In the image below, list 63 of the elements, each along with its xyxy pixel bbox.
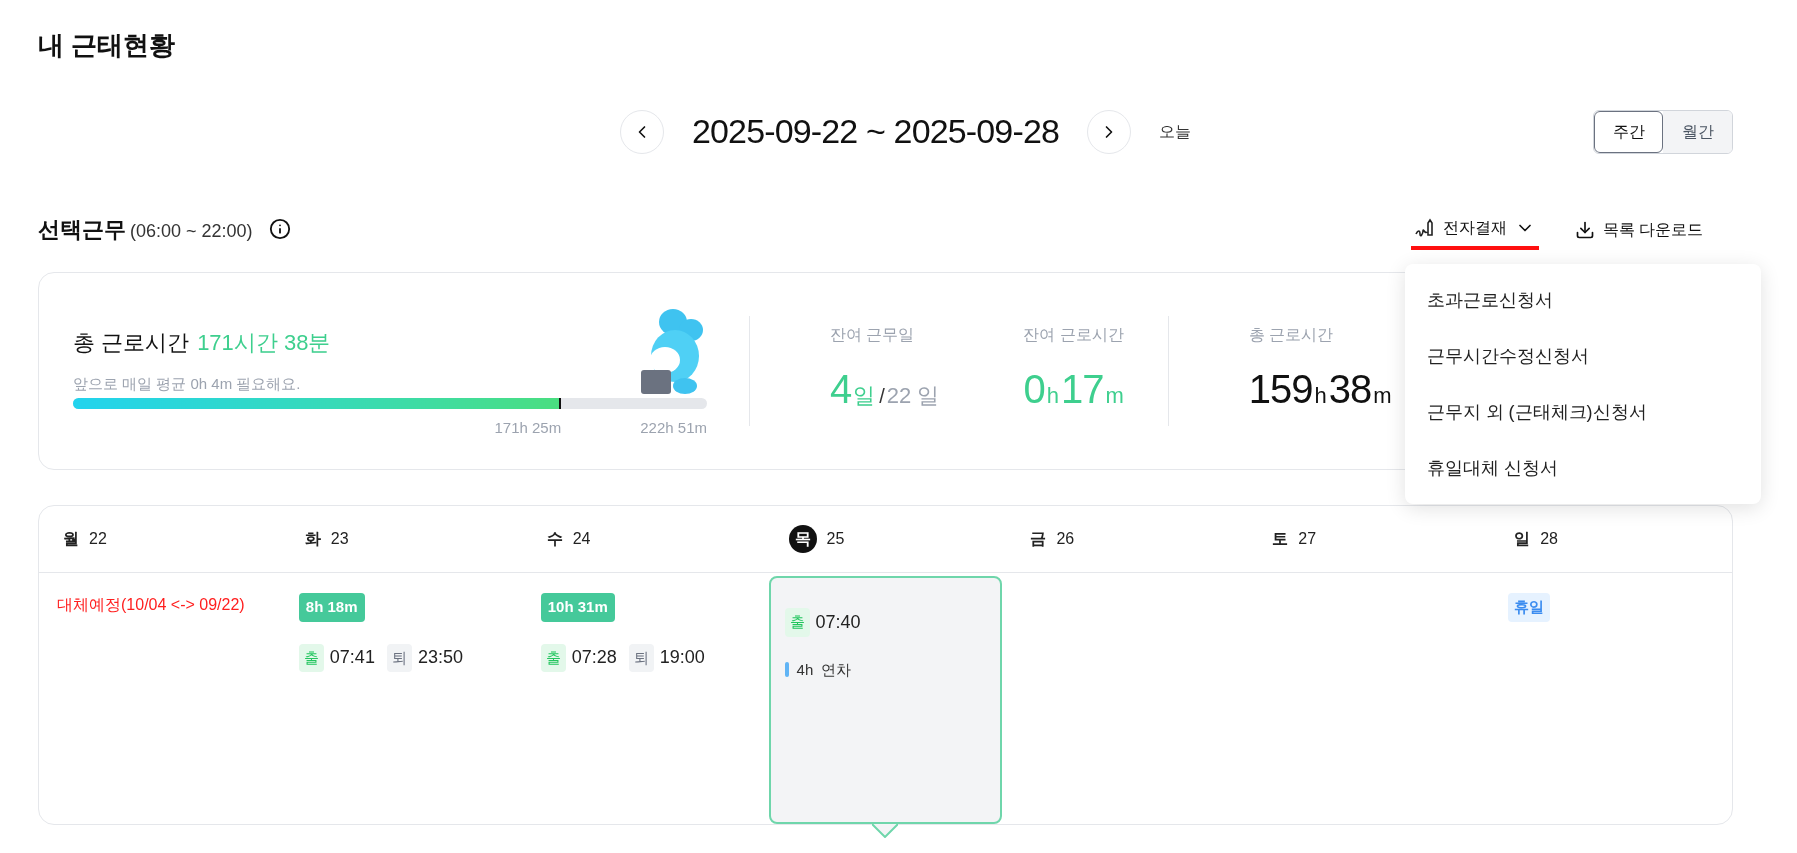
clock-in-tag: 출	[540, 643, 566, 672]
day-date: 26	[1056, 529, 1075, 549]
work-duration-badge: 10h 31m	[540, 593, 615, 622]
leave-marker	[784, 662, 789, 678]
date-range: 2025-09-22 ~ 2025-09-28	[691, 111, 1059, 152]
menu-item[interactable]: 초과근로신청서	[1404, 272, 1761, 328]
day-cell[interactable]: 8h 18m 출 07:41 퇴 23:50	[280, 573, 523, 823]
punch-time: 19:00	[659, 646, 705, 670]
total-hours-label: 총 근로시간	[73, 329, 190, 357]
punch-time: 07:41	[329, 646, 375, 670]
stat-label: 총 근로시간	[1248, 325, 1335, 345]
current-hours: 171h 25m	[494, 417, 562, 438]
callout-pointer	[872, 824, 899, 838]
holiday-badge: 휴일	[1508, 593, 1551, 622]
stat-value: 159h38m	[1248, 366, 1393, 413]
clock-out-tag: 퇴	[628, 643, 654, 672]
approval-dropdown[interactable]: 전자결재	[1410, 208, 1539, 250]
weekday-label: 수	[546, 529, 563, 549]
weekday-label: 토	[1272, 529, 1289, 549]
stat-value: 0h 17m	[1023, 366, 1125, 413]
substitution-note: 대체예정(10/04 <-> 09/22)	[57, 595, 246, 615]
weekday-label: 일	[1514, 529, 1531, 549]
day-cell[interactable]: 출 07:40 4h 연차	[768, 576, 1003, 824]
weekday-label: 화	[304, 529, 321, 549]
download-list-button[interactable]: 목록 다운로드	[1574, 210, 1703, 248]
download-icon	[1574, 220, 1595, 240]
leave-type: 연차	[821, 659, 852, 680]
leave-amount: 4h	[796, 659, 814, 680]
weekday-label: 월	[63, 529, 79, 549]
day-cell[interactable]: 10h 31m 출 07:28 퇴 19:00	[522, 573, 765, 823]
menu-item[interactable]: 휴일대체 신청서	[1404, 440, 1761, 496]
stat-value: 4일 /22 일	[830, 366, 940, 413]
menu-item[interactable]: 근무지 외 (근태체크)신청서	[1404, 384, 1761, 440]
weekday-label: 금	[1030, 529, 1047, 549]
view-tab[interactable]: 주간	[1594, 110, 1663, 153]
day-date: 24	[572, 529, 591, 549]
section-title: 선택근무	[38, 215, 126, 244]
work-hours: (06:00 ~ 22:00)	[130, 219, 253, 243]
signature-icon	[1414, 218, 1435, 238]
weekday-label: 목	[788, 525, 817, 553]
work-duration-badge: 8h 18m	[298, 593, 365, 622]
punch-time: 23:50	[417, 646, 463, 670]
day-date: 22	[89, 529, 107, 549]
punch-time: 07:28	[571, 646, 617, 670]
total-hours-value: 171시간 38분	[197, 329, 331, 357]
punch-time: 07:40	[815, 610, 861, 634]
day-date: 27	[1298, 529, 1317, 549]
target-hours: 222h 51m	[640, 417, 707, 438]
menu-item[interactable]: 근무시간수정신청서	[1404, 328, 1761, 384]
info-icon[interactable]	[268, 218, 291, 240]
day-date: 25	[826, 529, 845, 549]
page-title: 내 근태현황	[38, 29, 177, 62]
today-button[interactable]: 오늘	[1159, 119, 1191, 144]
day-date: 28	[1540, 529, 1558, 549]
view-tab[interactable]: 월간	[1663, 110, 1732, 153]
clock-out-tag: 퇴	[386, 643, 412, 672]
stat-label: 잔여 근로시간	[1023, 325, 1125, 345]
stat-label: 잔여 근무일	[830, 325, 916, 345]
clock-in-tag: 출	[298, 643, 324, 672]
day-date: 23	[330, 529, 349, 549]
day-cell[interactable]: 대체예정(10/04 <-> 09/22)	[39, 573, 281, 823]
clock-in-tag: 출	[784, 608, 810, 637]
daily-average-hint: 앞으로 매일 평균 0h 4m 필요해요.	[73, 374, 302, 394]
